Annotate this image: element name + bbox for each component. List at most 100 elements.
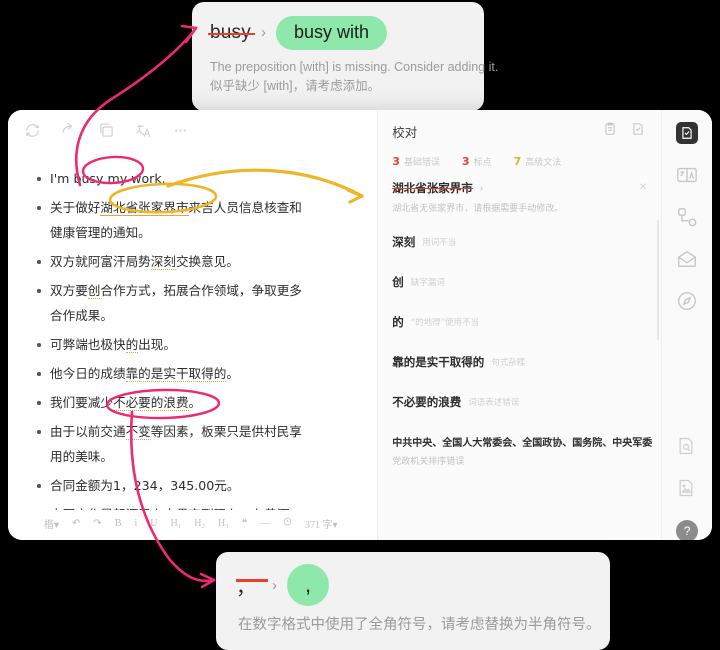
issue-item[interactable]: 的 “的地得”使用不当 [392, 314, 647, 330]
heading-2-button[interactable]: H₂ [194, 518, 205, 529]
error-mark[interactable]: 不变 [125, 424, 151, 440]
issue-term: 深刻 [392, 235, 416, 249]
list-item: 合同金额为1，234，345.00元。 [36, 473, 359, 498]
issue-item[interactable]: 湖北省张家界市 › ✕ 湖北省无张家界市，请根据需要手动修改。 [392, 180, 647, 214]
quote-button[interactable]: ❝ [242, 518, 247, 529]
translate-icon[interactable] [676, 164, 698, 186]
paragraph-text: 我们要减少不必要的浪费。 [50, 395, 202, 411]
paragraph-text: 他今日的成绩靠的是实干取得的。 [50, 366, 239, 382]
heading-3-button[interactable]: H₃ [218, 518, 229, 529]
suggestion-row: ， › , [216, 552, 610, 610]
issue-term: 靠的是实干取得的 [392, 355, 485, 369]
error-mark[interactable]: 深刻 [150, 254, 176, 270]
bold-button[interactable]: B [115, 518, 122, 529]
issue-item[interactable]: 不必要的浪费 词语表述错误 [392, 394, 647, 410]
issue-stats: 3 基础错误 3 标点 7 高级文法 [378, 141, 661, 168]
issue-category: 用词不当 [422, 238, 457, 248]
stat-basic-errors[interactable]: 3 基础错误 [392, 155, 440, 168]
paragraph-text: 可弊端也极快的出现。 [50, 337, 176, 353]
issue-header: 中共中央、全国人大常委会、全国政协、国务院、中央军委 [392, 434, 652, 449]
list-item: 双方就阿富汗局势深刻交换意见。 [36, 249, 359, 274]
issue-header: 的 “的地得”使用不当 [392, 314, 647, 330]
issue-description: 湖北省无张家界市，请根据需要手动修改。 [392, 204, 564, 214]
list-item: 关于做好湖北省张家界市来吉人员信息核查和 健康管理的通知。 [36, 195, 359, 245]
heading-1-button[interactable]: H₁ [171, 518, 182, 529]
proofread-panel: 校对 3 基础错误 3 标点 7 高级文法 湖北省张家界市 › ✕ 湖北省无张家… [377, 110, 662, 540]
description-cn: 似乎缺少 [with]，请考虑添加。 [210, 79, 381, 94]
underline-button[interactable]: U [150, 518, 157, 529]
issue-item[interactable]: 创 缺字漏词 [392, 274, 647, 290]
issue-category: “的地得”使用不当 [410, 318, 480, 328]
doc-image-icon[interactable] [676, 478, 698, 500]
issue-category: 句式杂糅 [491, 358, 526, 368]
issue-term: 湖北省张家界市 [392, 181, 473, 195]
document-list: I'm busy my work. 关于做好湖北省张家界市来吉人员信息核查和 健… [34, 166, 359, 510]
redo-button[interactable]: ↷ [93, 518, 101, 529]
inbox-icon[interactable] [676, 248, 698, 270]
close-icon[interactable]: ✕ [639, 182, 647, 193]
suggestion-popup-top: busy › busy with The preposition [with] … [192, 2, 499, 111]
paragraph-text: 由于以前交通不变等因素，板栗只是供村民享 [50, 424, 302, 440]
issue-term: 的 [392, 315, 404, 329]
issue-term: 不必要的浪费 [392, 395, 462, 409]
error-mark[interactable]: 不必要的浪费 [112, 395, 189, 411]
issue-category: 词语表述错误 [468, 398, 520, 408]
issue-item[interactable]: 靠的是实干取得的 句式杂糅 [392, 354, 647, 370]
word-count[interactable]: 371 字▾ [305, 516, 338, 531]
panel-scrollbar[interactable] [657, 220, 660, 340]
doc-search-icon[interactable] [676, 436, 698, 458]
clipboard-icon[interactable] [603, 122, 617, 141]
proofread-icon[interactable] [676, 122, 699, 144]
stat-advanced-grammar[interactable]: 7 高级文法 [514, 155, 562, 168]
issue-item[interactable]: 中共中央、全国人大常委会、全国政协、国务院、中央军委 党政机关排序错误 [392, 434, 652, 467]
error-mark[interactable]: 的 [125, 337, 139, 353]
error-mark[interactable]: 靠的是实干取得的 [125, 366, 227, 382]
list-item: 可弊端也极快的出现。 [36, 332, 359, 357]
suggestion-popup-bottom: ， › , 在数字格式中使用了全角符号，请考虑替换为半角符号。 [216, 552, 610, 650]
issue-header: 深刻 用词不当 [392, 234, 647, 250]
format-toolbar: 楷▾ ↶ ↷ B i U H₁ H₂ H₃ ❝ — 371 字▾ [8, 510, 377, 540]
stat-punctuation[interactable]: 3 标点 [462, 155, 492, 168]
document-body[interactable]: I'm busy my work. 关于做好湖北省张家界市来吉人员信息核查和 健… [8, 144, 377, 510]
font-selector[interactable]: 楷▾ [44, 516, 59, 531]
chevron-right-icon: › [272, 576, 277, 594]
screenshot-stage: busy › busy with The preposition [with] … [0, 0, 720, 650]
proofread-header: 校对 [378, 110, 661, 141]
suggested-replacement-button[interactable]: , [287, 564, 329, 606]
workflow-icon[interactable] [676, 206, 698, 228]
compass-icon[interactable] [676, 290, 698, 312]
stat-label: 标点 [473, 158, 492, 168]
suggested-replacement-button[interactable]: busy with [275, 16, 387, 50]
history-icon[interactable] [283, 517, 292, 529]
issue-term: 创 [392, 275, 404, 289]
suggestion-row: busy › busy with [192, 2, 484, 56]
italic-button[interactable]: i [134, 518, 137, 529]
description-en: The preposition [with] is missing. Consi… [210, 59, 499, 74]
stat-count: 3 [461, 155, 470, 168]
share-icon[interactable] [61, 122, 78, 139]
issue-description: 党政机关排序错误 [392, 457, 465, 467]
paragraph-text: 合同金额为1，234，345.00元。 [50, 478, 240, 493]
issue-item[interactable]: 深刻 用词不当 [392, 234, 647, 250]
error-mark[interactable]: 湖北省张家界市 [100, 200, 189, 216]
chevron-right-icon[interactable]: › [480, 183, 483, 194]
paragraph-text: I'm busy my work. [50, 171, 166, 186]
more-icon[interactable] [172, 122, 189, 139]
error-mark[interactable]: 创 [87, 283, 101, 299]
list-item: I'm busy my work. [36, 166, 359, 191]
list-item: 双方要创合作方式，拓展合作领域，争取更多 合作成果。 [36, 278, 359, 328]
stat-count: 3 [392, 155, 400, 168]
translate-icon[interactable] [135, 122, 152, 139]
copy-icon[interactable] [98, 122, 115, 139]
divider-button[interactable]: — [260, 518, 270, 529]
help-button[interactable]: ? [676, 520, 699, 540]
paragraph-text: 关于做好湖北省张家界市来吉人员信息核查和 [50, 200, 302, 216]
issue-list[interactable]: 湖北省张家界市 › ✕ 湖北省无张家界市，请根据需要手动修改。 深刻 用词不当 … [378, 168, 661, 540]
paragraph-text: 用的美味。 [50, 449, 113, 464]
stat-count: 7 [513, 155, 522, 168]
sync-icon[interactable] [24, 122, 41, 139]
chevron-right-icon: › [260, 24, 266, 42]
check-doc-icon[interactable] [631, 122, 645, 141]
undo-button[interactable]: ↶ [72, 518, 80, 529]
original-text: ， [236, 571, 268, 600]
